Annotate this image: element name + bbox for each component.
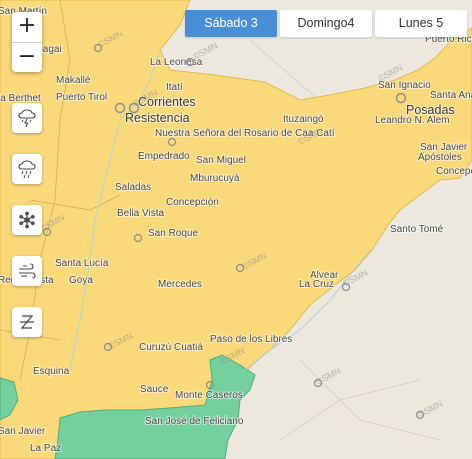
place-la-paz: La Paz <box>30 443 61 454</box>
day-selector: Sábado 3 Domingo4 Lunes 5 <box>185 10 467 37</box>
place-santa-lucia: Santa Lucía <box>55 258 109 269</box>
place-santo-tome: Santo Tomé <box>390 224 444 235</box>
tab-saturday[interactable]: Sábado 3 <box>185 10 277 37</box>
zoom-control: + − <box>12 12 42 72</box>
zoom-out-button[interactable]: − <box>12 42 42 72</box>
place-ituzaingo: Ituzaingó <box>283 114 324 125</box>
place-makalle: Makallé <box>56 75 91 86</box>
rain-layer-button[interactable] <box>12 154 42 184</box>
place-itati: Itatí <box>166 82 183 93</box>
place-mburucuya: Mburucuyá <box>190 173 240 184</box>
place-san-javier-sw: San Javier <box>0 426 46 437</box>
place-puerto-tirol: Puerto Tirol <box>56 92 107 103</box>
zoom-in-button[interactable]: + <box>12 12 42 42</box>
place-saladas: Saladas <box>115 182 151 193</box>
place-mercedes: Mercedes <box>158 279 202 290</box>
place-sauce: Sauce <box>140 384 169 395</box>
wind-layer-button[interactable] <box>12 256 42 286</box>
place-leandro-n-alem: Leandro N. Alem <box>375 115 450 126</box>
place-san-jose-feliciano: San José de Feliciano <box>145 416 244 427</box>
place-la-cruz: La Cruz <box>299 279 334 290</box>
place-san-miguel: San Miguel <box>196 155 246 166</box>
tab-monday[interactable]: Lunes 5 <box>375 10 467 37</box>
place-esquina: Esquina <box>33 366 70 377</box>
thunderstorm-icon <box>18 109 36 128</box>
snow-layer-button[interactable] <box>12 205 42 235</box>
place-paso-de-los-libres: Paso de los Libres <box>210 334 292 345</box>
place-concepcion-ne: Concepci <box>436 166 472 177</box>
zonda-icon <box>20 315 34 329</box>
place-monte-caseros: Monte Caseros <box>175 390 243 401</box>
place-san-roque: San Roque <box>148 228 198 239</box>
place-goya: Goya <box>69 275 93 286</box>
place-concepcion: Concepción <box>166 197 219 208</box>
zonda-layer-button[interactable] <box>12 307 42 337</box>
place-curuzu-cuatia: Curuzú Cuatiá <box>139 342 203 353</box>
place-santa-ana: Santa Ana <box>430 90 472 101</box>
alert-layer-buttons <box>12 103 42 358</box>
weather-alert-map[interactable]: San Martín Chagai Makallé Puerto Tirol l… <box>0 0 472 459</box>
tab-sunday[interactable]: Domingo4 <box>280 10 372 37</box>
place-san-ignacio: San Ignacio <box>378 80 431 91</box>
place-empedrado: Empedrado <box>138 151 190 162</box>
rain-icon <box>18 160 36 179</box>
thunderstorm-layer-button[interactable] <box>12 103 42 133</box>
place-apostoles: Apóstoles <box>418 152 462 163</box>
place-bella-vista: Bella Vista <box>117 208 165 219</box>
wind-icon <box>19 263 36 279</box>
snow-icon <box>19 211 35 229</box>
